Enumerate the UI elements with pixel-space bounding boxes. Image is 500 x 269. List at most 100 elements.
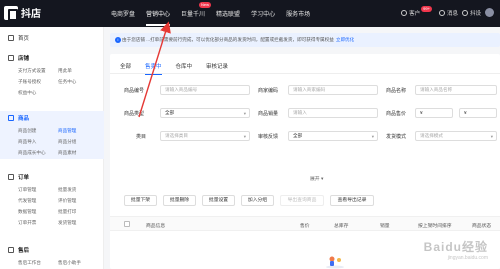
ship-mode-select[interactable]: 请选择模式 ▾ bbox=[415, 131, 497, 141]
message-label: 消息 bbox=[446, 10, 458, 17]
th-status: 商品状态 bbox=[472, 224, 492, 229]
message-button[interactable]: 消息 bbox=[438, 9, 458, 17]
price-min-input[interactable]: ¥ bbox=[415, 108, 453, 118]
sidebar-section-orders[interactable]: 订单 bbox=[8, 173, 29, 181]
notice-text: 由于您店铺 ...打单前需要前行完成，可以优化部分商品的发货时间，配置或拦截发货… bbox=[122, 37, 334, 42]
merchant-code-input[interactable]: 请输入商家编码 bbox=[288, 85, 378, 95]
chevron-down-icon: ▾ bbox=[320, 177, 324, 182]
goods-id-label: 商品编号 bbox=[124, 88, 145, 94]
sidebar-item-ship-manage[interactable]: 发货管理 bbox=[58, 220, 76, 226]
ship-mode-placeholder: 请选择模式 bbox=[420, 133, 443, 138]
price-max-input[interactable]: ¥ bbox=[459, 108, 497, 118]
sidebar-item-aftersale-helper[interactable]: 售后小助手 bbox=[58, 260, 81, 266]
aftersale-icon bbox=[8, 247, 14, 253]
bulk-settings-button[interactable]: 批量设置 bbox=[202, 195, 235, 206]
headset-icon bbox=[401, 10, 408, 17]
topnav-item-qianchuan-label: 巨量千川 bbox=[181, 12, 206, 18]
topnav-item-compass[interactable]: 电商罗盘 bbox=[111, 9, 135, 18]
sidebar-section-goods[interactable]: 商品 bbox=[8, 114, 29, 122]
sidebar-item-create-goods[interactable]: 商品创建 bbox=[18, 128, 36, 134]
topnav-item-marketing[interactable]: 营销中心 bbox=[146, 9, 171, 26]
topnav-item-learning[interactable]: 学习中心 bbox=[251, 9, 275, 18]
sidebar-item-goods-group[interactable]: 商品分组 bbox=[58, 139, 76, 145]
goods-sales-label: 商品销量 bbox=[258, 111, 279, 117]
topnav-item-alliance[interactable]: 精选联盟 bbox=[216, 9, 240, 18]
main-content: i 由于您店铺 ...打单前需要前行完成，可以优化部分商品的发货时间，配置或拦截… bbox=[106, 27, 500, 269]
goods-id-input[interactable]: 请输入商品编号 bbox=[160, 85, 250, 95]
customer-button[interactable]: 客户 bbox=[401, 9, 420, 17]
sidebar-section-aftersale[interactable]: 售后 bbox=[8, 246, 29, 254]
sidebar-item-bulk-print[interactable]: 批量打印 bbox=[58, 209, 76, 215]
th-price[interactable]: 售价 bbox=[300, 222, 310, 229]
bulk-delete-button[interactable]: 批量删除 bbox=[163, 195, 196, 206]
th-stock[interactable]: 总库存 bbox=[334, 222, 348, 229]
sidebar-item-invoice[interactable]: 订单开票 bbox=[18, 220, 36, 226]
ship-mode-label: 发货模式 bbox=[386, 134, 407, 140]
th-sales[interactable]: 销量 bbox=[380, 222, 390, 229]
goods-panel: 全部 售卖中 仓库中 审核记录 商品编号 请输入商品编号 商家编码 请输入商家编… bbox=[110, 54, 500, 269]
logo-icon bbox=[4, 5, 18, 21]
export-records-button[interactable]: 查看导出记录 bbox=[330, 195, 374, 206]
logo-text: 抖店 bbox=[21, 9, 41, 20]
th-sort-by-time[interactable]: 按上架时间排序 bbox=[418, 222, 452, 229]
sidebar-item-bulk-ship[interactable]: 批量发货 bbox=[58, 187, 76, 193]
sidebar-item-subaccount[interactable]: 子账号授权 bbox=[18, 79, 41, 85]
sidebar-item-task-center[interactable]: 任务中心 bbox=[58, 79, 76, 85]
goods-name-input[interactable]: 请输入商品名称 bbox=[415, 85, 497, 95]
tab-warehouse[interactable]: 仓库中 bbox=[176, 62, 193, 70]
chevron-down-icon: ▾ bbox=[243, 134, 246, 139]
message-badge: 99+ bbox=[421, 5, 432, 12]
gear-icon bbox=[461, 10, 468, 17]
review-feedback-select[interactable]: 全部 ▾ bbox=[288, 131, 378, 141]
settings-button[interactable]: 抖设 bbox=[461, 9, 481, 17]
goods-type-label: 商品类型 bbox=[124, 111, 145, 117]
sidebar-item-aftersale-desk[interactable]: 售后工作台 bbox=[18, 260, 41, 266]
category-label: 类目 bbox=[136, 134, 147, 140]
goods-icon bbox=[8, 115, 14, 121]
avatar[interactable] bbox=[485, 8, 494, 17]
sidebar-item-import-goods[interactable]: 商品导入 bbox=[18, 139, 36, 145]
goods-sales-input[interactable]: 请输入 bbox=[288, 108, 378, 118]
top-right-tools: 客户 99+ 消息 抖设 bbox=[401, 5, 494, 17]
sidebar-item-dropship[interactable]: 代发管理 bbox=[18, 198, 36, 204]
logo[interactable]: 抖店 bbox=[4, 5, 41, 21]
review-feedback-value: 全部 bbox=[293, 133, 303, 138]
sidebar-item-order-use[interactable]: 用此单 bbox=[58, 68, 72, 74]
sidebar-item-order-manage[interactable]: 订单管理 bbox=[18, 187, 36, 193]
goods-type-select[interactable]: 全部 ▾ bbox=[160, 108, 250, 118]
chevron-down-icon: ▾ bbox=[243, 111, 246, 116]
chevron-down-icon: ▾ bbox=[371, 134, 374, 139]
sidebar-item-home[interactable]: 首页 bbox=[8, 34, 29, 42]
notice-banner: i 由于您店铺 ...打单前需要前行完成，可以优化部分商品的发货时间，配置或拦截… bbox=[110, 33, 500, 47]
expand-filters-button[interactable]: 展开 ▾ bbox=[310, 175, 323, 182]
category-select[interactable]: 请选择类目 ▾ bbox=[160, 131, 250, 141]
notice-link[interactable]: 立即优化 bbox=[336, 37, 354, 43]
sidebar-item-data-manage[interactable]: 数据管理 bbox=[18, 209, 36, 215]
watermark-main: Baidu经验 bbox=[423, 240, 488, 254]
sidebar-item-payment[interactable]: 支付方式设置 bbox=[18, 68, 46, 74]
tab-review-records[interactable]: 审核记录 bbox=[206, 62, 228, 70]
sidebar-item-manage-goods[interactable]: 商品管理 bbox=[58, 128, 76, 134]
sidebar-section-shop[interactable]: 店铺 bbox=[8, 54, 29, 62]
topnav-item-service-market[interactable]: 服务市场 bbox=[286, 9, 310, 18]
bell-icon bbox=[438, 10, 445, 17]
orders-icon bbox=[8, 174, 14, 180]
customer-label: 客户 bbox=[409, 10, 421, 17]
merchant-code-label: 商家编码 bbox=[258, 88, 279, 94]
sidebar-item-goods-material[interactable]: 商品素材 bbox=[58, 150, 76, 156]
export-goods-button[interactable]: 导出查询商品 bbox=[280, 195, 324, 206]
goods-type-value: 全部 bbox=[165, 110, 175, 115]
select-all-checkbox[interactable] bbox=[124, 221, 130, 227]
add-to-group-button[interactable]: 加入分组 bbox=[241, 195, 274, 206]
sidebar-item-rights[interactable]: 权益中心 bbox=[18, 90, 36, 96]
sidebar-item-reviews[interactable]: 评价管理 bbox=[58, 198, 76, 204]
settings-label: 抖设 bbox=[469, 10, 481, 17]
topnav-item-qianchuan[interactable]: 巨量千川 New bbox=[181, 2, 212, 18]
tab-all[interactable]: 全部 bbox=[120, 62, 131, 70]
tab-on-sale[interactable]: 售卖中 bbox=[145, 62, 162, 75]
bulk-delist-button[interactable]: 批量下架 bbox=[124, 195, 157, 206]
top-nav: 电商罗盘 营销中心 巨量千川 New 精选联盟 学习中心 服务市场 bbox=[111, 0, 321, 27]
tab-divider bbox=[110, 73, 500, 74]
sidebar-item-goods-growth[interactable]: 商品成长中心 bbox=[18, 150, 46, 156]
new-badge: New bbox=[199, 2, 212, 8]
